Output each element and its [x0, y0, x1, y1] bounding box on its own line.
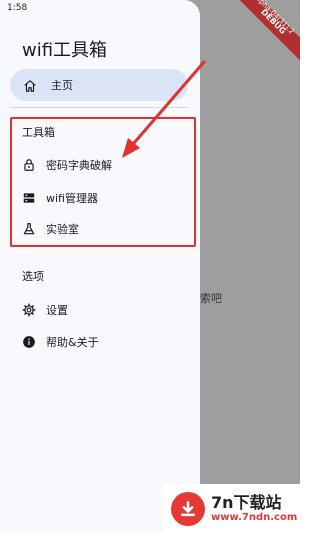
watermark-main: 7n下载站: [211, 492, 282, 512]
divider: [10, 107, 188, 108]
drawer-item-help-about[interactable]: 帮助&关于: [22, 332, 99, 352]
drawer-item-home[interactable]: 主页: [10, 69, 188, 101]
home-icon: [23, 78, 37, 92]
drawer-item-settings-label: 设置: [46, 304, 68, 317]
info-icon: [22, 335, 36, 349]
drawer-item-home-label: 主页: [51, 79, 73, 92]
watermark-sub: www.7ndn.com: [211, 511, 298, 523]
download-arrow-icon: [171, 491, 205, 526]
annotation-highlight-box: [10, 117, 196, 247]
watermark: 7n下载站 www.7ndn.com: [163, 484, 300, 533]
debug-banner: DEBUG v3.0.0 Alpha-04(31).2: [220, 0, 300, 80]
section-title-options: 选项: [22, 270, 44, 283]
background-partial-text: 索吧: [200, 292, 222, 305]
drawer-item-settings[interactable]: 设置: [22, 300, 68, 320]
drawer-title: wifi工具箱: [22, 40, 108, 61]
navigation-drawer: 1:58 wifi工具箱 主页 工具箱 密码字典破解 wifi管理器 实验室 选…: [0, 0, 200, 533]
drawer-item-help-about-label: 帮助&关于: [46, 336, 99, 349]
status-time: 1:58: [7, 3, 28, 13]
gear-icon: [22, 303, 36, 317]
